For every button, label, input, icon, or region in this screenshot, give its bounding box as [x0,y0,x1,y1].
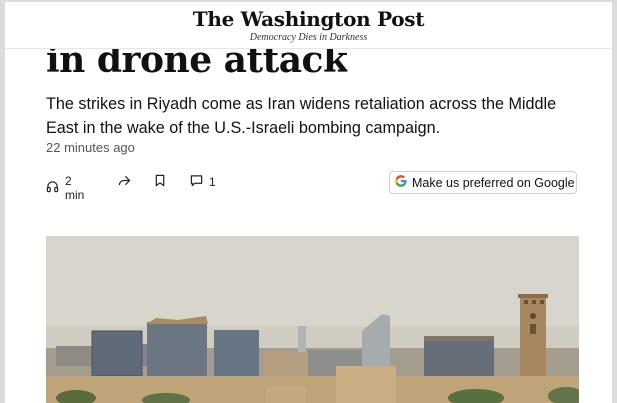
share-icon [117,174,131,190]
save-button[interactable] [154,174,166,190]
bookmark-icon [154,174,166,190]
site-logo[interactable]: The Washington Post [5,7,612,31]
preferred-button-label: Make us preferred on Google [412,175,575,190]
listen-button[interactable]: 2 min [46,174,84,202]
article-dek: The strikes in Riyadh come as Iran widen… [46,95,557,137]
window-left-border [0,0,5,403]
article-timestamp: 22 minutes ago [46,140,135,155]
share-button[interactable] [117,174,131,190]
comments-button[interactable]: 1 [190,174,216,190]
window-right-border [612,0,617,403]
site-tagline: Democracy Dies in Darkness [249,32,368,43]
preferred-on-google-button[interactable]: Make us preferred on Google [389,171,577,194]
listen-duration: 2 min [65,174,85,202]
comments-count: 1 [209,175,216,189]
article-lead-photo [46,236,579,403]
google-g-icon [394,174,408,191]
comment-icon [190,174,203,190]
site-header: The Washington Post Democracy Dies in Da… [5,2,612,49]
headphones-icon [46,180,59,196]
